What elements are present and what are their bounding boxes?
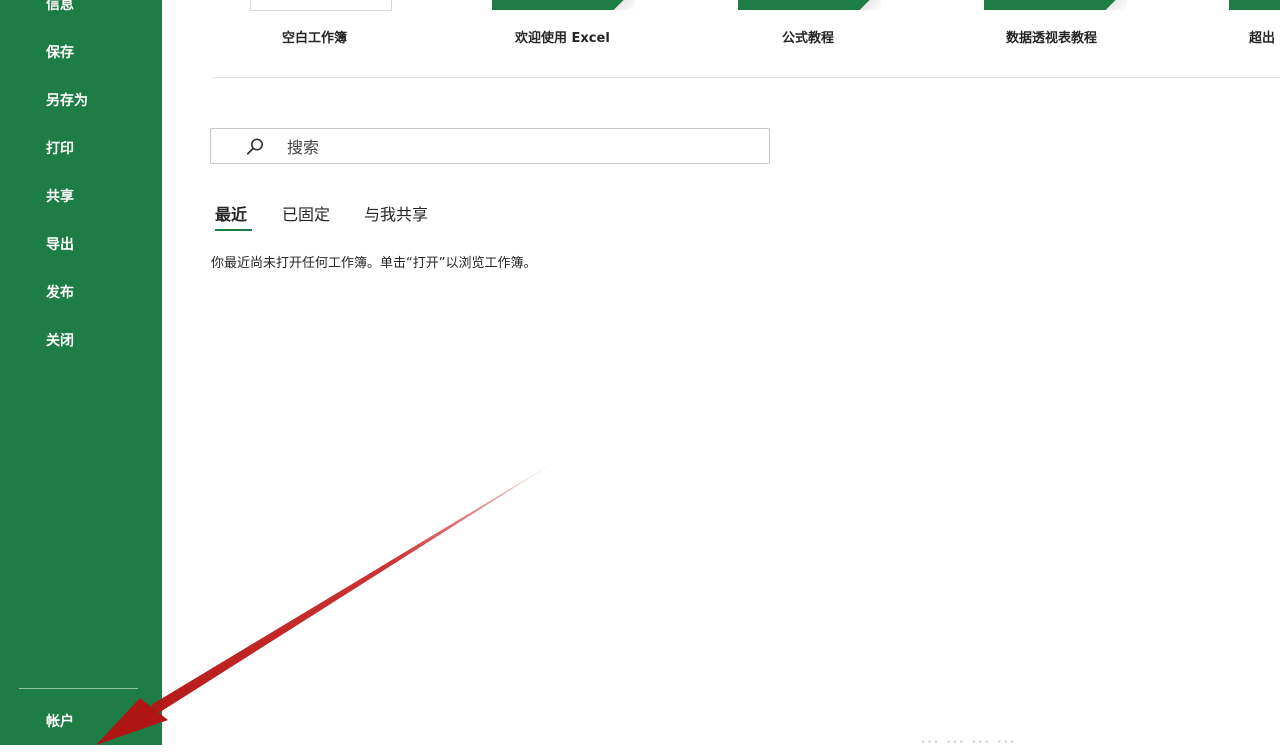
tab-recent[interactable]: 最近 xyxy=(215,201,247,225)
template-thumbnail xyxy=(492,0,635,10)
template-label: 超出 xyxy=(1249,31,1276,46)
search-box[interactable] xyxy=(210,128,770,165)
template-thumbnail xyxy=(984,0,1127,10)
tab-pinned[interactable]: 已固定 xyxy=(282,201,330,225)
template-label: 数据透视表教程 xyxy=(1006,31,1098,46)
template-label: 空白工作簿 xyxy=(282,31,348,46)
template-thumbnail xyxy=(738,0,881,10)
nav-print[interactable]: 打印 xyxy=(46,138,74,158)
backstage-sidebar: 信息 保存 另存为 打印 共享 导出 发布 关闭 帐户 xyxy=(0,0,162,745)
annotation-arrow xyxy=(96,463,553,745)
nav-export[interactable]: 导出 xyxy=(46,234,74,254)
section-divider xyxy=(212,77,1280,78)
search-input[interactable] xyxy=(285,129,759,165)
nav-close[interactable]: 关闭 xyxy=(46,330,74,350)
template-label: 欢迎使用 Excel xyxy=(515,31,610,46)
nav-save-as[interactable]: 另存为 xyxy=(46,90,88,110)
active-tab-indicator xyxy=(215,229,252,231)
nav-share[interactable]: 共享 xyxy=(46,186,74,206)
template-label: 公式教程 xyxy=(782,31,835,46)
nav-info[interactable]: 信息 xyxy=(46,0,74,14)
tab-shared-with-me[interactable]: 与我共享 xyxy=(364,201,428,225)
nav-save[interactable]: 保存 xyxy=(46,42,74,62)
sidebar-divider xyxy=(19,688,138,689)
nav-account[interactable]: 帐户 xyxy=(46,711,74,731)
recent-empty-message: 你最近尚未打开任何工作簿。单击“打开”以浏览工作簿。 xyxy=(211,256,537,271)
template-thumbnail xyxy=(250,0,392,11)
search-icon xyxy=(246,138,263,155)
template-thumbnail xyxy=(1229,0,1280,10)
watermark: ··· ··· ··· ··· xyxy=(920,730,1016,754)
nav-publish[interactable]: 发布 xyxy=(46,282,74,302)
